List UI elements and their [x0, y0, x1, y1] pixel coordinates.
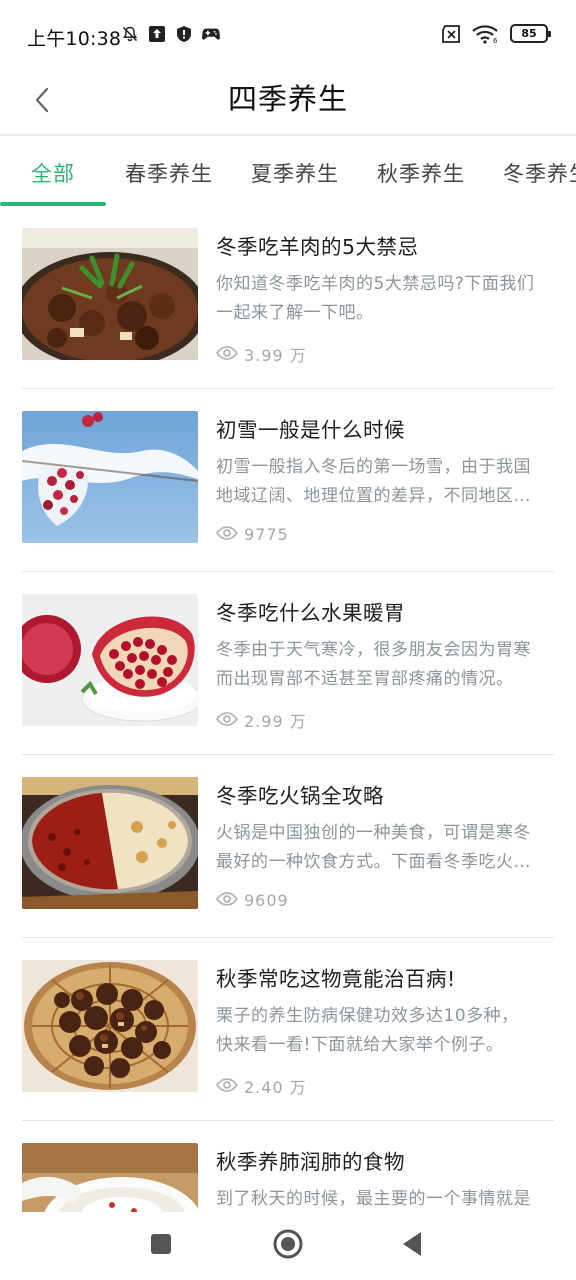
tab-spring[interactable]: 春季养生 — [125, 158, 213, 188]
status-icons-right: 6 85 — [440, 24, 551, 44]
mute-icon — [121, 25, 139, 43]
recents-button[interactable] — [141, 1226, 181, 1266]
view-count-value: 2.40 万 — [244, 1078, 307, 1097]
hotpot-image — [22, 777, 198, 909]
view-count-value: 9775 — [244, 525, 289, 544]
chestnuts-image — [22, 960, 198, 1092]
article-item[interactable]: 冬季吃什么水果暖胃 冬季由于天气寒冷，很多朋友会因为胃寒而出现胃部不适甚至胃部疼… — [22, 592, 554, 775]
system-nav-bar — [0, 1212, 576, 1280]
tab-summer[interactable]: 夏季养生 — [251, 158, 339, 188]
view-count: 9609 — [215, 891, 289, 910]
article-title: 初雪一般是什么时候 — [216, 418, 405, 442]
pomegranate-image — [22, 594, 198, 726]
article-title: 冬季吃羊肉的5大禁忌 — [216, 235, 419, 259]
article-item[interactable]: 初雪一般是什么时候 初雪一般指入冬后的第一场雪，由于我国地域辽阔、地理位置的差异… — [22, 409, 554, 592]
article-item[interactable]: 冬季吃火锅全攻略 火锅是中国独创的一种美食，可谓是寒冬最好的一种饮食方式。下面看… — [22, 775, 554, 958]
article-summary: 火锅是中国独创的一种美食，可谓是寒冬最好的一种饮食方式。下面看冬季吃火锅全攻略。 — [216, 823, 531, 872]
article-title: 冬季吃什么水果暖胃 — [216, 601, 405, 625]
wifi-icon: 6 — [472, 24, 500, 44]
list-divider — [22, 1120, 554, 1121]
eye-icon — [215, 891, 239, 910]
upload-icon — [148, 25, 166, 43]
home-button[interactable] — [268, 1226, 308, 1266]
snow-berries-image — [22, 411, 198, 543]
eye-icon — [215, 711, 239, 730]
no-sim-icon — [440, 24, 462, 43]
article-item[interactable]: 冬季吃羊肉的5大禁忌 你知道冬季吃羊肉的5大禁忌吗?下面我们一起来了解一下吧。 … — [22, 226, 554, 409]
view-count-value: 2.99 万 — [244, 712, 307, 731]
view-count: 3.99 万 — [215, 342, 307, 366]
article-title: 秋季养肺润肺的食物 — [216, 1150, 405, 1174]
view-count: 9775 — [215, 525, 289, 544]
article-title: 冬季吃火锅全攻略 — [216, 784, 384, 808]
list-divider — [22, 937, 554, 938]
view-count-value: 3.99 万 — [244, 346, 307, 365]
tab-autumn[interactable]: 秋季养生 — [377, 158, 465, 188]
article-title: 秋季常吃这物竟能治百病! — [216, 967, 456, 991]
status-bar: 上午10:38 6 85 — [0, 0, 576, 70]
tab-all[interactable]: 全部 — [31, 158, 75, 188]
view-count: 2.99 万 — [215, 708, 307, 732]
system-back-button[interactable] — [392, 1226, 432, 1266]
list-divider — [22, 571, 554, 572]
lamb-stew-image — [22, 228, 198, 360]
status-icons-left — [121, 25, 220, 43]
app-header: 四季养生 — [0, 70, 576, 134]
article-summary: 你知道冬季吃羊肉的5大禁忌吗?下面我们一起来了解一下吧。 — [216, 274, 535, 323]
article-summary: 初雪一般指入冬后的第一场雪，由于我国地域辽阔、地理位置的差异，不同地区初雪时间也… — [216, 457, 531, 506]
back-triangle-icon — [401, 1231, 423, 1261]
status-time: 上午10:38 — [27, 28, 122, 50]
view-count-value: 9609 — [244, 891, 289, 910]
article-item[interactable]: 秋季常吃这物竟能治百病! 栗子的养生防病保健功效多达10多种，快来看一看!下面就… — [22, 958, 554, 1141]
article-item[interactable]: 秋季养肺润肺的食物 到了秋天的时候，最主要的一个事情就是养肺润肺。 — [22, 1141, 554, 1212]
tab-winter[interactable]: 冬季养生 — [503, 158, 576, 188]
article-list: 冬季吃羊肉的5大禁忌 你知道冬季吃羊肉的5大禁忌吗?下面我们一起来了解一下吧。 … — [22, 226, 554, 1212]
svg-text:6: 6 — [493, 37, 498, 44]
eye-icon — [215, 525, 239, 544]
list-divider — [22, 388, 554, 389]
article-summary: 到了秋天的时候，最主要的一个事情就是养肺润肺。 — [216, 1189, 531, 1209]
article-summary: 栗子的养生防病保健功效多达10多种，快来看一看!下面就给大家举个例子。 — [216, 1006, 519, 1055]
active-tab-indicator — [0, 202, 106, 206]
eye-icon — [215, 345, 239, 364]
view-count: 2.40 万 — [215, 1074, 307, 1098]
shield-icon — [175, 25, 193, 43]
soup-image — [22, 1143, 198, 1212]
category-tabs: 全部 春季养生 夏季养生 秋季养生 冬季养生 — [0, 136, 576, 208]
recents-square-icon — [150, 1233, 172, 1259]
page-title: 四季养生 — [227, 82, 348, 116]
article-summary: 冬季由于天气寒冷，很多朋友会因为胃寒而出现胃部不适甚至胃部疼痛的情况。 — [216, 640, 531, 689]
home-circle-icon — [272, 1228, 304, 1264]
eye-icon — [215, 1077, 239, 1096]
battery-icon: 85 — [510, 24, 551, 43]
list-divider — [22, 754, 554, 755]
gamepad-icon — [202, 25, 220, 43]
